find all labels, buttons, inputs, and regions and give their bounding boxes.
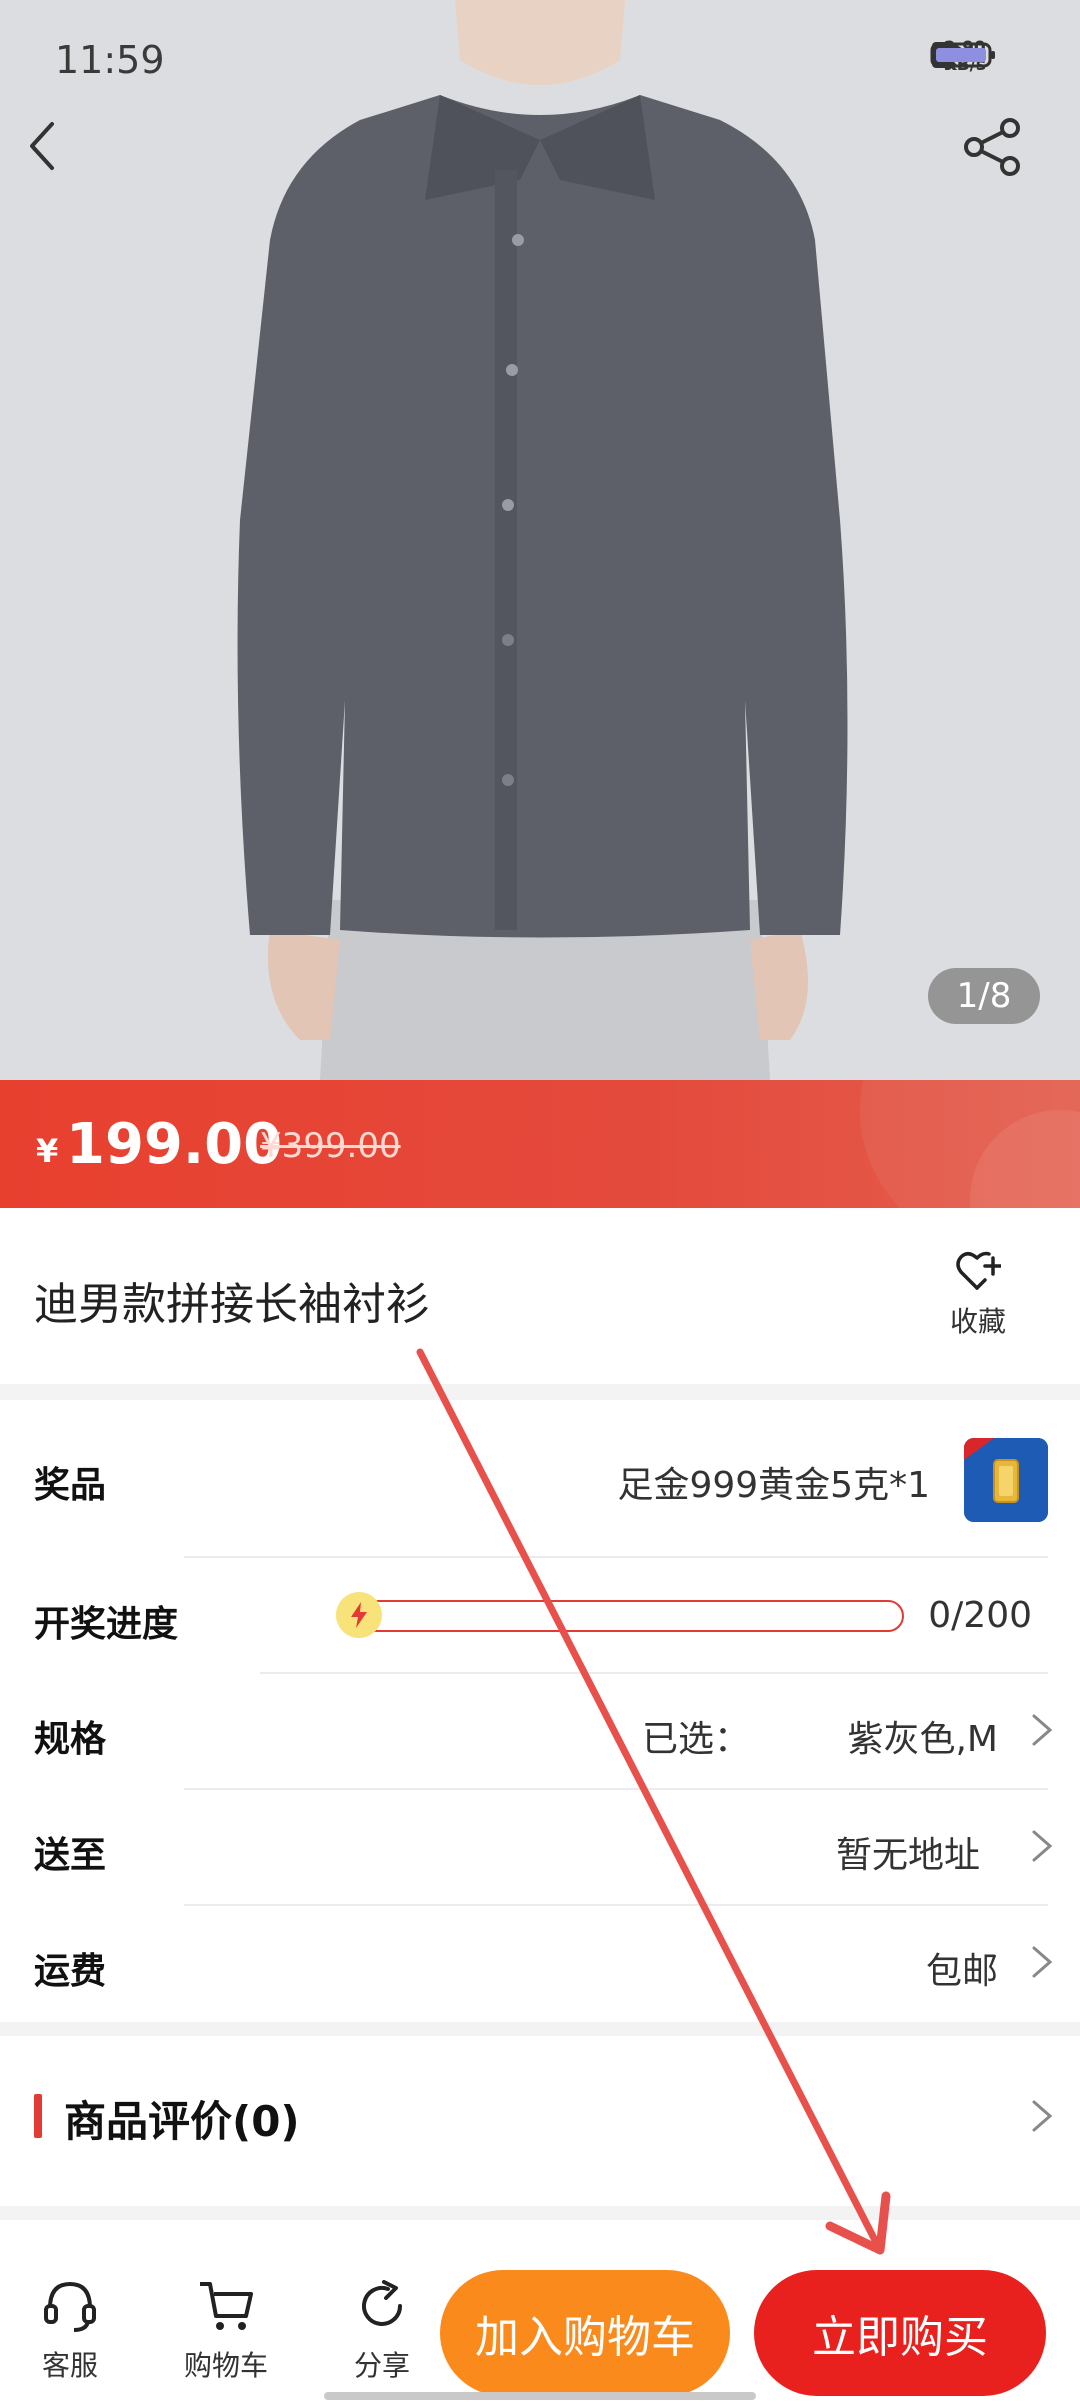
status-icons: 2.90 KB/s <box>930 40 1028 74</box>
share-label: 分享 <box>353 2349 410 2382</box>
section-accent-bar <box>34 2094 42 2138</box>
product-image[interactable]: 11:59 2.90 KB/s 1/8 <box>0 0 1080 1080</box>
draw-progress-bar <box>352 1600 904 1632</box>
progress-label: 开奖进度 <box>34 1604 179 1645</box>
back-button[interactable] <box>22 118 112 208</box>
chevron-right-icon <box>1032 1946 1053 1978</box>
divider <box>260 1672 1048 1674</box>
share-icon <box>964 118 1020 176</box>
shipping-fee-row[interactable] <box>0 1908 1080 2020</box>
share-top-button[interactable] <box>960 118 1050 208</box>
add-to-cart-button[interactable]: 加入购物车 <box>440 2270 730 2396</box>
shipping-fee-label: 运费 <box>34 1951 107 1992</box>
chevron-right-icon <box>1032 1830 1053 1862</box>
ship-to-label: 送至 <box>34 1835 107 1876</box>
spec-prefix: 已选： <box>641 1719 750 1760</box>
divider <box>184 1904 1048 1906</box>
product-photo <box>0 0 1080 1080</box>
favorite-button[interactable]: 收藏 <box>940 1250 1016 1340</box>
product-title: 迪男款拼接长袖衬衫 <box>34 1279 430 1330</box>
refresh-share-icon <box>362 2280 402 2326</box>
reviews-title: 商品评价(0) <box>64 2097 300 2146</box>
share-tab[interactable]: 分享 <box>322 2276 442 2384</box>
heart-plus-icon <box>956 1251 1003 1290</box>
shipping-fee-value: 包邮 <box>925 1951 998 1992</box>
lightning-icon <box>336 1592 382 1638</box>
chevron-right-icon <box>1032 1714 1053 1746</box>
cart-icon <box>200 2282 253 2330</box>
home-indicator[interactable] <box>324 2392 756 2400</box>
image-page-indicator: 1/8 <box>928 968 1040 1024</box>
chevron-right-icon <box>1032 2100 1053 2132</box>
price-currency: ¥ <box>36 1132 59 1170</box>
customer-service-tab[interactable]: 客服 <box>10 2276 130 2384</box>
cart-label: 购物车 <box>183 2349 268 2382</box>
favorite-label: 收藏 <box>949 1305 1006 1338</box>
buy-now-button[interactable]: 立即购买 <box>754 2270 1046 2396</box>
prize-label: 奖品 <box>34 1465 107 1506</box>
spec-label: 规格 <box>34 1719 107 1760</box>
customer-service-label: 客服 <box>41 2349 98 2382</box>
ship-to-value: 暂无地址 <box>835 1835 980 1876</box>
progress-value: 0/200 <box>928 1595 1032 1636</box>
current-price: 199.00 <box>66 1112 283 1177</box>
spec-value: 紫灰色,M <box>847 1719 998 1760</box>
divider <box>184 1788 1048 1790</box>
status-time: 11:59 <box>55 38 165 82</box>
gold-bar-image <box>964 1438 1048 1522</box>
back-arrow-icon <box>30 122 54 170</box>
prize-value: 足金999黄金5克*1 <box>617 1465 930 1506</box>
divider <box>184 1556 1048 1558</box>
headset-icon <box>44 2281 96 2332</box>
original-price: ¥399.00 <box>260 1126 401 1166</box>
prize-thumbnail[interactable] <box>964 1438 1048 1522</box>
cart-tab[interactable]: 购物车 <box>166 2276 286 2384</box>
